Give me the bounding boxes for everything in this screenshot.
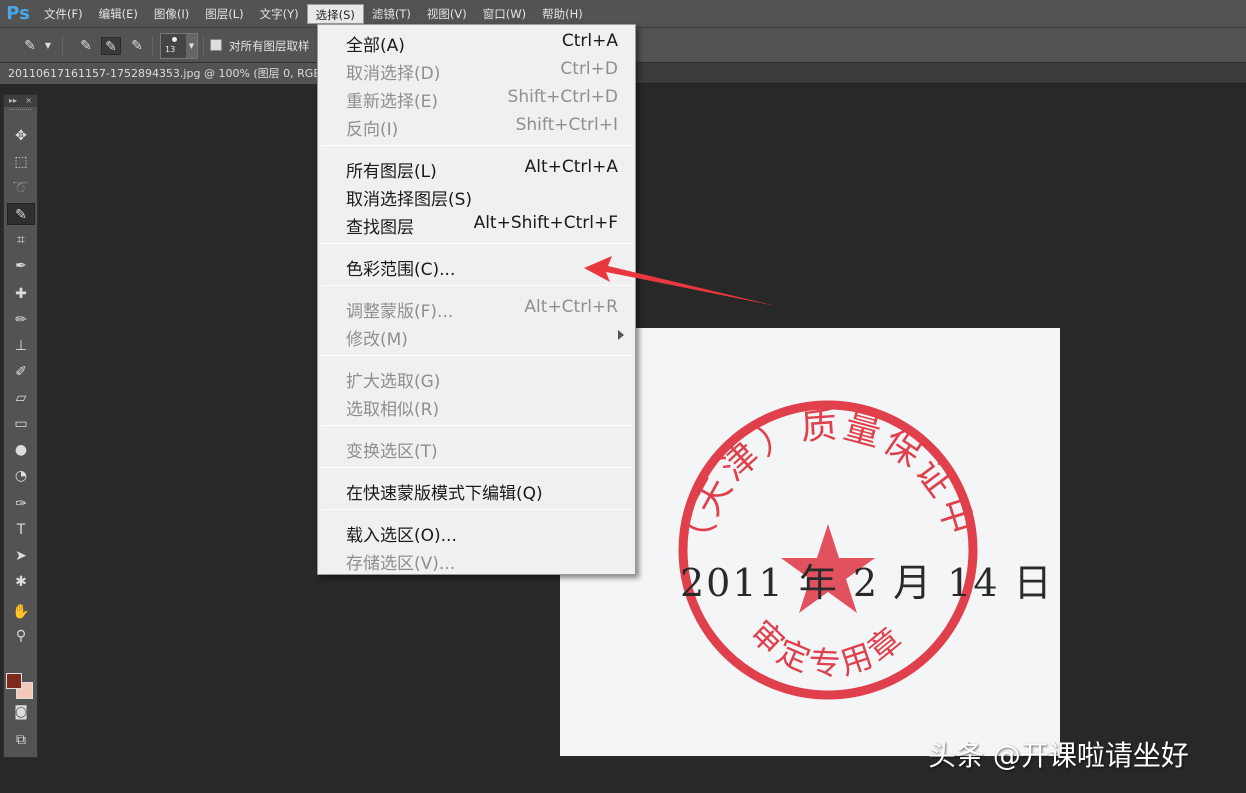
chevron-down-icon[interactable]: ▼ — [186, 34, 197, 58]
eraser-tool-icon[interactable]: ▱ — [7, 387, 35, 409]
menu-item-save-selection[interactable]: 存储选区(V)... — [319, 546, 634, 574]
marquee-tool-icon[interactable]: ⬚ — [7, 151, 35, 173]
zoom-tool-icon[interactable]: ⚲ — [7, 625, 35, 647]
menu-separator — [321, 467, 632, 468]
toolbox-grip[interactable] — [10, 109, 31, 115]
menu-separator — [321, 425, 632, 426]
add-to-selection-icon[interactable]: ✎ — [101, 37, 121, 55]
foreground-color-swatch[interactable] — [6, 673, 22, 689]
clone-stamp-tool-icon[interactable]: ⊥ — [7, 335, 35, 357]
menu-separator — [321, 145, 632, 146]
move-tool-icon[interactable]: ✥ — [7, 125, 35, 147]
eyedropper-tool-icon[interactable]: ✒ — [7, 255, 35, 277]
menu-window[interactable]: 窗口(W) — [475, 4, 534, 24]
shape-tool-icon[interactable]: ✱ — [7, 571, 35, 593]
brush-size-picker[interactable]: 13 ▼ — [160, 33, 198, 59]
menu-item-grow[interactable]: 扩大选取(G) — [319, 364, 634, 392]
stamp-bottom-text: 审定专用章 — [743, 613, 913, 683]
path-selection-tool-icon[interactable]: ➤ — [7, 545, 35, 567]
menu-item-all-layers[interactable]: 所有图层(L) Alt+Ctrl+A — [319, 154, 634, 182]
options-divider — [203, 36, 204, 56]
dodge-tool-icon[interactable]: ◔ — [7, 465, 35, 487]
subtract-from-selection-icon[interactable]: ✎ — [127, 37, 147, 55]
gradient-tool-icon[interactable]: ▭ — [7, 413, 35, 435]
submenu-arrow-icon — [618, 330, 624, 340]
menu-edit[interactable]: 编辑(E) — [91, 4, 146, 24]
pen-tool-icon[interactable]: ✑ — [7, 493, 35, 515]
menu-separator — [321, 355, 632, 356]
menu-view[interactable]: 视图(V) — [419, 4, 475, 24]
chevron-down-icon[interactable]: ▼ — [42, 37, 54, 55]
menu-item-similar[interactable]: 选取相似(R) — [319, 392, 634, 420]
history-brush-tool-icon[interactable]: ✐ — [7, 361, 35, 383]
menu-item-deselect[interactable]: 取消选择(D) Ctrl+D — [319, 56, 634, 84]
blur-tool-icon[interactable]: ● — [7, 439, 35, 461]
select-menu-dropdown: 全部(A) Ctrl+A 取消选择(D) Ctrl+D 重新选择(E) Shif… — [317, 24, 636, 575]
menu-item-modify[interactable]: 修改(M) — [319, 322, 634, 350]
crop-tool-icon[interactable]: ⌗ — [7, 229, 35, 251]
screen-mode-icon[interactable]: ⧉ — [7, 729, 35, 751]
menu-separator — [321, 243, 632, 244]
menu-filter[interactable]: 滤镜(T) — [364, 4, 419, 24]
options-divider — [152, 36, 153, 56]
type-tool-icon[interactable]: T — [7, 519, 35, 541]
quick-mask-icon[interactable]: ◙ — [7, 701, 35, 723]
menu-help[interactable]: 帮助(H) — [534, 4, 591, 24]
toolbox: ▸▸ × ✥ ⬚ ➰ ✎ ⌗ ✒ ✚ ✏ ⊥ ✐ ▱ ▭ ● ◔ ✑ T ➤ ✱ ✋ ⚲ ◙ ⧉ — [3, 94, 38, 758]
toolbox-header: ▸▸ × — [4, 95, 37, 107]
menu-item-load-selection[interactable]: 载入选区(O)... — [319, 518, 634, 546]
menu-item-find-layers[interactable]: 查找图层 Alt+Shift+Ctrl+F — [319, 210, 634, 238]
menu-item-inverse[interactable]: 反向(I) Shift+Ctrl+I — [319, 112, 634, 140]
menu-item-all[interactable]: 全部(A) Ctrl+A — [319, 28, 634, 56]
menu-select[interactable]: 选择(S) — [306, 3, 364, 24]
hand-tool-icon[interactable]: ✋ — [7, 601, 35, 623]
document-tab[interactable]: 20110617161157-1752894353.jpg @ 100% (图层… — [0, 63, 318, 84]
healing-brush-tool-icon[interactable]: ✚ — [7, 283, 35, 305]
expand-icon[interactable]: ▸▸ — [9, 96, 17, 105]
date-text: 2011 年 2 月 14 日 — [680, 561, 1054, 605]
menu-item-refine-mask[interactable]: 调整蒙版(F)... Alt+Ctrl+R — [319, 294, 634, 322]
menu-item-reselect[interactable]: 重新选择(E) Shift+Ctrl+D — [319, 84, 634, 112]
quick-selection-tool-icon[interactable]: ✎ — [7, 203, 35, 225]
close-icon[interactable]: × — [25, 95, 32, 107]
sample-all-layers-label: 对所有图层取样 — [229, 39, 310, 53]
menu-layer[interactable]: 图层(L) — [197, 4, 251, 24]
brush-dot-icon — [172, 37, 177, 42]
menu-item-color-range[interactable]: 色彩范围(C)... — [319, 252, 634, 280]
options-divider — [62, 36, 63, 56]
menu-type[interactable]: 文字(Y) — [252, 4, 307, 24]
brush-tool-icon[interactable]: ✏ — [7, 309, 35, 331]
menu-item-deselect-layers[interactable]: 取消选择图层(S) — [319, 182, 634, 210]
menu-item-transform-selection[interactable]: 变换选区(T) — [319, 434, 634, 462]
sample-all-layers-checkbox[interactable] — [210, 39, 222, 51]
menu-file[interactable]: 文件(F) — [36, 4, 91, 24]
watermark-text: 头条 @开课啦请坐好 — [928, 739, 1189, 772]
brush-size-value: 13 — [165, 45, 176, 54]
tool-preset-icon[interactable]: ✎ — [20, 37, 40, 55]
menu-separator — [321, 285, 632, 286]
new-selection-icon[interactable]: ✎ — [76, 37, 96, 55]
photoshop-window: Ps 文件(F) 编辑(E) 图像(I) 图层(L) 文字(Y) 选择(S) 滤… — [0, 0, 1246, 793]
lasso-tool-icon[interactable]: ➰ — [7, 177, 35, 199]
menu-bar: Ps 文件(F) 编辑(E) 图像(I) 图层(L) 文字(Y) 选择(S) 滤… — [0, 0, 1246, 27]
menu-image[interactable]: 图像(I) — [146, 4, 197, 24]
menu-separator — [321, 509, 632, 510]
menu-item-quick-mask[interactable]: 在快速蒙版模式下编辑(Q) — [319, 476, 634, 504]
photoshop-logo: Ps — [6, 3, 30, 24]
